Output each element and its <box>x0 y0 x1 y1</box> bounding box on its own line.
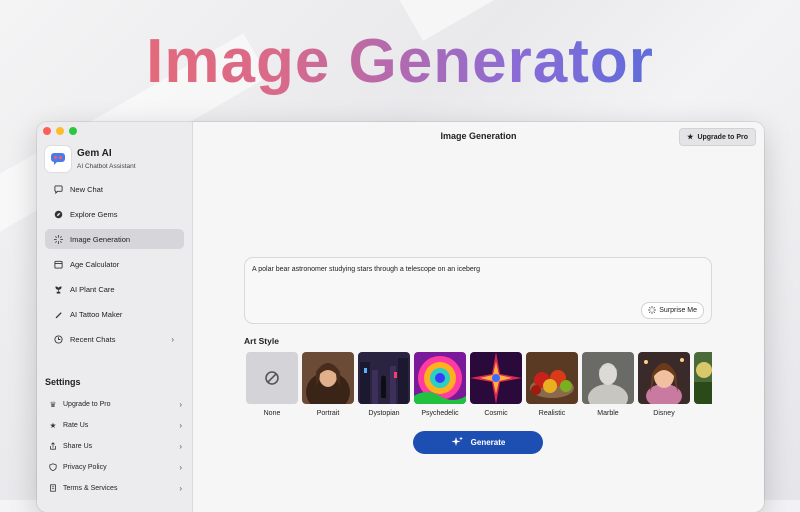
main-content: Image Generation ★ Upgrade to Pro A pola… <box>193 122 764 512</box>
prompt-text[interactable]: A polar bear astronomer studying stars t… <box>252 266 480 273</box>
settings-item-share-us[interactable]: Share Us › <box>45 436 184 457</box>
sidebar-item-label: New Chat <box>70 184 103 194</box>
app-brand: Gem AI AI Chatbot Assistant <box>45 146 136 172</box>
settings-item-rate-us[interactable]: ★ Rate Us › <box>45 415 184 436</box>
style-thumbnail <box>526 352 578 404</box>
settings-item-label: Share Us <box>63 443 93 450</box>
surprise-me-button[interactable]: Surprise Me <box>641 302 704 319</box>
settings-item-upgrade-to-pro[interactable]: ♛ Upgrade to Pro › <box>45 394 184 415</box>
sparkle-icon <box>648 305 657 316</box>
style-option-psychedelic[interactable]: Psychedelic <box>414 352 466 417</box>
upgrade-button-label: Upgrade to Pro <box>697 133 748 141</box>
style-thumbnail <box>246 352 298 404</box>
chat-bubble-icon <box>53 184 63 194</box>
style-label: Marble <box>597 410 619 417</box>
chevron-right-icon: › <box>179 463 182 472</box>
style-thumbnail <box>638 352 690 404</box>
sidebar-item-explore-gems[interactable]: Explore Gems <box>45 204 184 224</box>
style-label: Portrait <box>316 410 340 417</box>
settings-item-label: Upgrade to Pro <box>63 401 111 408</box>
pen-icon <box>53 309 63 319</box>
style-thumbnail <box>414 352 466 404</box>
surprise-me-label: Surprise Me <box>659 307 697 314</box>
settings-item-terms-services[interactable]: Terms & Services › <box>45 478 184 499</box>
chevron-right-icon: › <box>179 421 182 430</box>
sidebar-item-label: AI Plant Care <box>70 284 115 294</box>
window-controls <box>43 127 77 135</box>
settings-item-label: Rate Us <box>63 422 89 429</box>
star-icon: ★ <box>687 134 694 141</box>
settings-item-privacy-policy[interactable]: Privacy Policy › <box>45 457 184 478</box>
chevron-right-icon: › <box>179 484 182 493</box>
no-style-icon <box>265 371 279 385</box>
chevron-right-icon: › <box>179 400 182 409</box>
upgrade-to-pro-button[interactable]: ★ Upgrade to Pro <box>679 128 756 146</box>
style-thumbnail <box>302 352 354 404</box>
shield-icon <box>48 462 58 473</box>
sidebar-nav: New Chat Explore Gems Image Generation A… <box>45 179 184 354</box>
chevron-right-icon: › <box>171 334 174 344</box>
sidebar-item-label: AI Tattoo Maker <box>70 309 123 319</box>
plant-icon <box>53 284 63 294</box>
style-thumbnail <box>358 352 410 404</box>
crown-icon: ♛ <box>49 400 57 409</box>
app-name: Gem AI <box>77 148 112 159</box>
style-thumbnail <box>582 352 634 404</box>
settings-list: ♛ Upgrade to Pro › ★ Rate Us › Share Us … <box>45 394 184 499</box>
style-label: Psychedelic <box>421 410 459 417</box>
sidebar-item-label: Recent Chats <box>70 334 116 344</box>
style-option-portrait[interactable]: Portrait <box>302 352 354 417</box>
style-option-cosmic[interactable]: Cosmic <box>470 352 522 417</box>
star-icon: ★ <box>49 421 57 430</box>
sidebar: Gem AI AI Chatbot Assistant New Chat Exp… <box>37 122 193 512</box>
share-icon <box>48 441 58 452</box>
sidebar-item-new-chat[interactable]: New Chat <box>45 179 184 199</box>
generate-label: Generate <box>470 438 506 447</box>
style-label: Realistic <box>538 410 566 417</box>
style-label: Dystopian <box>368 410 400 417</box>
headline: Image Generator <box>0 26 800 97</box>
sidebar-item-label: Explore Gems <box>70 209 118 219</box>
sidebar-item-label: Image Generation <box>70 234 131 244</box>
style-option-realistic[interactable]: Realistic <box>526 352 578 417</box>
art-style-title: Art Style <box>244 336 279 346</box>
style-label: A <box>694 410 712 417</box>
style-label: Cosmic <box>484 410 508 417</box>
generate-button[interactable]: Generate <box>413 431 543 454</box>
minimize-window-button[interactable] <box>56 127 64 135</box>
style-label: Disney <box>653 410 675 417</box>
zoom-window-button[interactable] <box>69 127 77 135</box>
sidebar-item-image-generation[interactable]: Image Generation <box>45 229 184 249</box>
chevron-right-icon: › <box>179 442 182 451</box>
close-window-button[interactable] <box>43 127 51 135</box>
sidebar-item-age-calculator[interactable]: Age Calculator <box>45 254 184 274</box>
app-subtitle: AI Chatbot Assistant <box>77 163 136 170</box>
settings-item-label: Privacy Policy <box>63 464 107 471</box>
settings-title: Settings <box>45 377 81 387</box>
sparkle-icon <box>53 234 63 244</box>
style-option-disney[interactable]: Disney <box>638 352 690 417</box>
style-option-partial[interactable]: A <box>694 352 712 417</box>
sidebar-item-label: Age Calculator <box>70 259 120 269</box>
style-thumbnail <box>694 352 712 404</box>
sidebar-item-ai-plant-care[interactable]: AI Plant Care <box>45 279 184 299</box>
art-style-list: None Portrait Dystopian Psychedelic Cosm… <box>246 352 712 422</box>
app-logo-icon <box>45 146 71 172</box>
style-label: None <box>263 410 281 417</box>
style-option-dystopian[interactable]: Dystopian <box>358 352 410 417</box>
app-window: Gem AI AI Chatbot Assistant New Chat Exp… <box>37 122 764 512</box>
prompt-input[interactable]: A polar bear astronomer studying stars t… <box>244 257 712 324</box>
sparkles-icon <box>451 436 463 450</box>
settings-item-label: Terms & Services <box>63 485 118 492</box>
document-icon <box>48 483 58 494</box>
calendar-icon <box>53 259 63 269</box>
clock-icon <box>53 334 63 344</box>
style-option-marble[interactable]: Marble <box>582 352 634 417</box>
sidebar-item-recent-chats[interactable]: Recent Chats › <box>45 329 184 349</box>
style-option-none[interactable]: None <box>246 352 298 417</box>
compass-icon <box>53 209 63 219</box>
style-thumbnail <box>470 352 522 404</box>
sidebar-item-ai-tattoo-maker[interactable]: AI Tattoo Maker <box>45 304 184 324</box>
